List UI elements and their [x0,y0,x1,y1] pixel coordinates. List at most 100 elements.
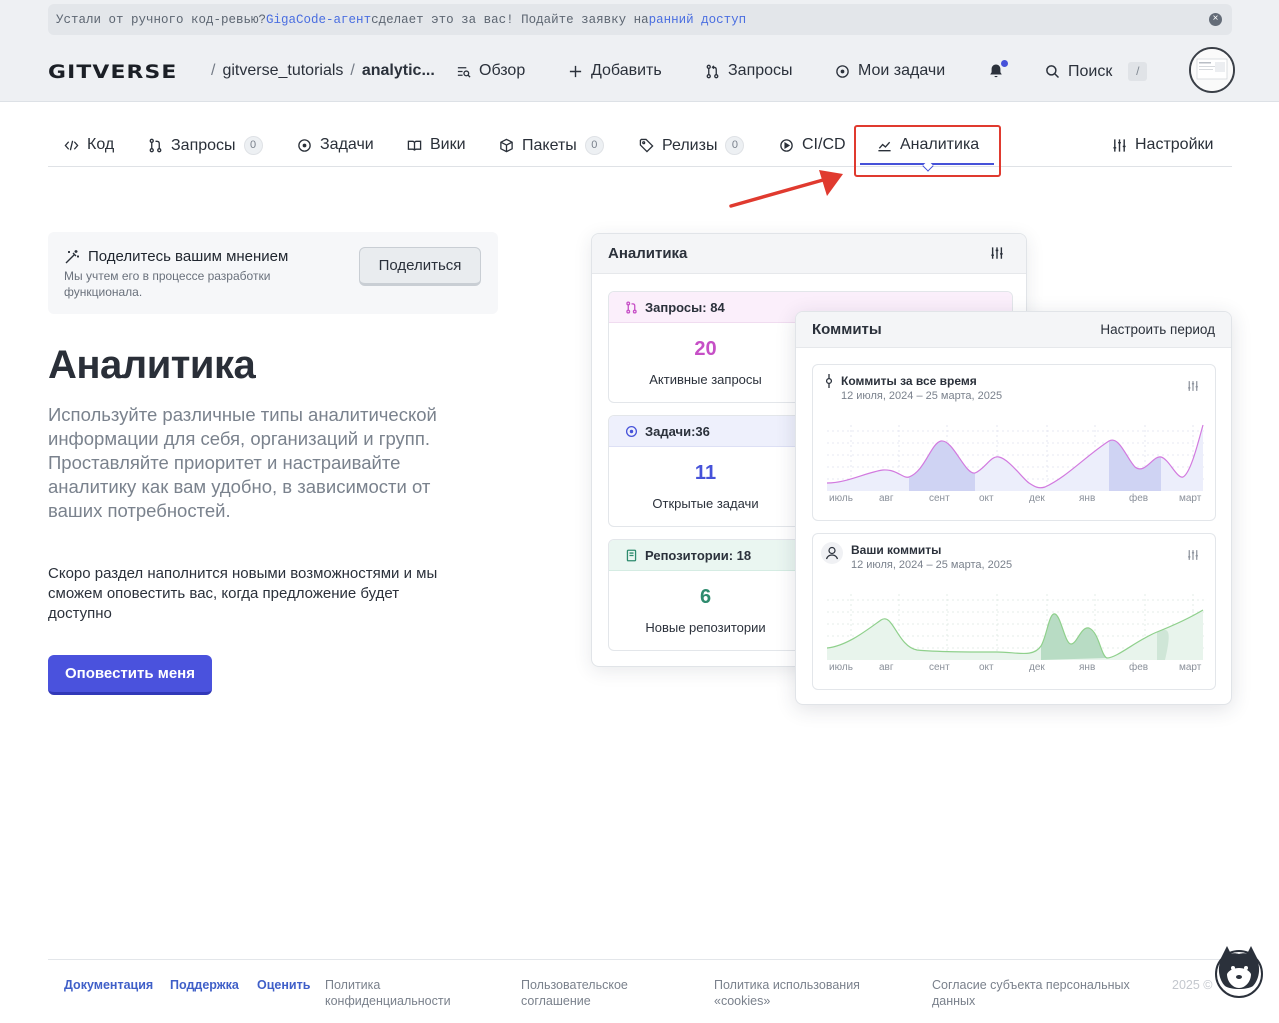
tab-cicd-label: CI/CD [802,136,846,153]
breadcrumb: / gitverse_tutorials / analytic... [211,62,435,79]
overview-icon [457,66,471,78]
footer: Документация Поддержка Оценить Политика … [48,959,1232,1019]
promo-banner: Устали от ручного код-ревью? GigaCode-аг… [48,4,1232,35]
commits-preview-card: Коммиты Настроить период Коммиты за все … [795,311,1232,705]
early-access-link[interactable]: ранний доступ [649,13,747,27]
sliders-icon[interactable] [1187,380,1199,392]
plus-icon [569,65,582,77]
tab-settings[interactable]: Настройки [1112,136,1213,154]
all-commits-chart: Коммиты за все время 12 июля, 2024 – 25 … [812,364,1216,521]
tab-settings-label: Настройки [1135,136,1214,153]
issue-icon [625,425,638,437]
avatar[interactable] [1189,47,1235,93]
sliders-icon[interactable] [1187,549,1199,561]
share-button[interactable]: Поделиться [359,247,481,286]
all-commits-title: Коммиты за все время [841,374,977,388]
nav-overview[interactable]: Обзор [456,62,525,80]
pull-request-icon [626,300,637,314]
nav-my-tasks[interactable]: Мои задачи [835,62,945,80]
breadcrumb-repo[interactable]: analytic... [362,62,435,79]
x-tick-label: дек [1029,493,1045,504]
nav-requests[interactable]: Запросы [705,62,793,80]
highlight-box [854,125,1001,177]
feedback-card: Поделитесь вашим мнением Мы учтем его в … [48,232,498,314]
issue-icon [836,64,849,78]
your-commits-chart: Ваши коммиты 12 июля, 2024 – 25 марта, 2… [812,533,1216,690]
set-period-button[interactable]: Настроить период [1100,322,1215,337]
tab-code-label: Код [87,136,115,153]
feedback-title: Поделитесь вашим мнением [88,248,289,265]
footer-docs-link[interactable]: Документация [64,977,153,993]
search-button[interactable]: Поиск / [1045,62,1148,81]
notifications-button[interactable] [988,60,1008,84]
footer-consent-link[interactable]: Согласие субъекта персональных данных [932,977,1152,1009]
tab-wiki[interactable]: Вики [407,136,466,154]
footer-agreement-link[interactable]: Пользовательское соглашение [521,977,651,1009]
footer-cookies-link[interactable]: Политика использования «cookies» [714,977,884,1009]
feedback-subtitle: Мы учтем его в процессе разработки функц… [64,269,271,299]
x-tick-label: сент [929,493,950,504]
footer-support-link[interactable]: Поддержка [170,977,239,993]
user-icon [821,542,843,564]
x-tick-label: авг [879,493,894,504]
all-commits-range: 12 июля, 2024 – 25 марта, 2025 [841,390,1003,402]
issue-icon [298,138,311,152]
nav-add-label: Добавить [591,62,662,79]
stat-repos-title: Репозитории: 18 [645,547,752,563]
banner-text-middle: сделает это за вас! Подайте заявку на [371,12,649,27]
nav-requests-label: Запросы [728,62,793,79]
x-tick-label: сент [929,662,950,673]
search-shortcut: / [1128,62,1148,81]
stat-tasks-title: Задачи:36 [645,423,710,439]
stat-requests-value: 20 [694,338,717,360]
banner-text: Устали от ручного код-ревью? [56,12,267,27]
search-icon [1046,65,1060,79]
annotation-arrow [729,170,843,208]
tab-packages[interactable]: Пакеты 0 [499,136,604,155]
tab-requests[interactable]: Запросы 0 [148,136,263,155]
repo-tabs: Код Запросы 0 Задачи Вики Пакеты 0 Релиз… [48,124,1232,172]
logo[interactable]: GITVERSE [48,61,178,83]
footer-privacy-link[interactable]: Политика конфиденциальности [325,977,475,1009]
footer-rate-link[interactable]: Оценить [257,977,310,993]
nav-add[interactable]: Добавить [568,62,662,80]
dog-mascot-icon[interactable] [1213,944,1265,998]
x-tick-label: окт [979,493,994,504]
tab-packages-label: Пакеты [522,136,577,154]
page-title: Аналитика [48,343,256,387]
x-tick-label: дек [1029,662,1045,673]
tab-wiki-label: Вики [430,136,466,153]
stat-tasks-value: 11 [694,462,717,484]
stat-requests-label: Активные запросы [649,372,762,387]
commits-preview-header: Коммиты Настроить период [796,312,1231,348]
sliders-icon [1113,138,1126,152]
page-lead: Используйте различные типы аналитической… [48,404,437,521]
stat-requests-title: Запросы: 84 [645,299,725,315]
tab-tasks[interactable]: Задачи [297,136,374,154]
analytics-preview-header: Аналитика [592,234,1026,274]
breadcrumb-org[interactable]: gitverse_tutorials [222,62,343,79]
requests-count-badge: 0 [243,136,263,155]
page-note: Скоро раздел наполнится новыми возможнос… [48,565,438,622]
stat-tasks-label: Открытые задачи [652,496,759,511]
close-icon[interactable]: × [1209,13,1222,26]
releases-count-badge: 0 [725,136,745,155]
repository-icon [626,549,637,561]
magic-wand-icon [65,250,79,264]
nav-overview-label: Обзор [479,62,526,79]
tab-code[interactable]: Код [64,136,114,154]
tab-cicd[interactable]: CI/CD [779,136,846,154]
x-tick-label: янв [1079,493,1096,504]
tag-icon [639,138,654,153]
x-tick-label: июль [829,662,853,673]
your-commits-range: 12 июля, 2024 – 25 марта, 2025 [851,559,1013,571]
avatar-image [1191,49,1233,91]
gigacode-link[interactable]: GigaCode-агент [266,13,371,27]
tab-releases[interactable]: Релизы 0 [639,136,745,155]
stat-repos-label: Новые репозитории [645,620,766,635]
package-icon [500,138,513,153]
your-commits-title: Ваши коммиты [851,543,942,557]
notify-me-button[interactable]: Оповестить меня [48,655,212,695]
top-bar: Устали от ручного код-ревью? GigaCode-аг… [0,0,1279,102]
your-commits-x-axis: июль авг сент окт дек янв фев март [829,662,1209,674]
